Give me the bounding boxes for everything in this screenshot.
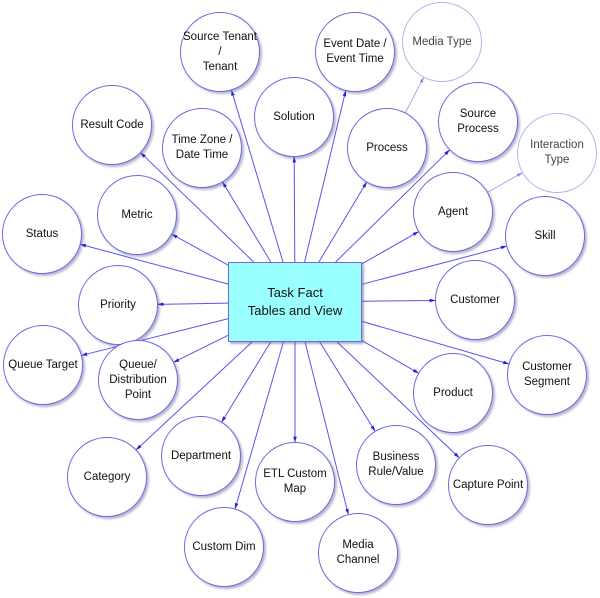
node-customer-segment[interactable]: Customer Segment — [507, 335, 587, 415]
node-queue-target[interactable]: Queue Target — [3, 325, 83, 405]
edge-business-rule-value — [319, 341, 376, 432]
node-label: Business Rule/Value — [368, 451, 424, 478]
edge-time-zone — [222, 181, 272, 263]
edge-media-type — [404, 76, 425, 113]
node-label: Queue Target — [8, 358, 78, 371]
node-media-type[interactable]: Media Type — [402, 2, 482, 82]
node-label: Queue/ Distribution Point — [109, 358, 167, 401]
node-capture-point[interactable]: Capture Point — [448, 445, 528, 525]
node-custom-dim[interactable]: Custom Dim — [184, 507, 264, 587]
node-process[interactable]: Process — [347, 108, 427, 188]
node-category[interactable]: Category — [67, 437, 147, 517]
task-fact-diagram: Task Fact Tables and View Source Tenant … — [0, 0, 600, 598]
node-label: Agent — [437, 205, 469, 218]
node-agent[interactable]: Agent — [413, 172, 493, 252]
edge-agent — [361, 231, 419, 265]
node-department[interactable]: Department — [161, 416, 241, 496]
node-result-code[interactable]: Result Code — [72, 85, 152, 165]
node-label: Media Channel — [336, 539, 380, 566]
node-label: Capture Point — [452, 478, 524, 491]
node-metric[interactable]: Metric — [97, 175, 177, 255]
node-label: Media Type — [412, 35, 472, 48]
node-label: Skill — [534, 229, 556, 242]
node-queue-distribution-point[interactable]: Queue/ Distribution Point — [98, 340, 178, 420]
edge-process — [318, 181, 367, 263]
task-fact-center-node[interactable]: Task Fact Tables and View — [228, 262, 362, 342]
node-media-channel[interactable]: Media Channel — [318, 513, 398, 593]
edge-customer — [361, 298, 436, 303]
node-label: Department — [170, 449, 232, 462]
node-skill[interactable]: Skill — [505, 196, 585, 276]
node-customer[interactable]: Customer — [435, 260, 515, 340]
node-label: Source Process — [457, 108, 499, 135]
node-label: Customer — [450, 293, 500, 306]
node-source-process[interactable]: Source Process — [438, 82, 518, 162]
node-label: Process — [366, 141, 408, 154]
node-priority[interactable]: Priority — [78, 265, 158, 345]
node-label: Metric — [121, 208, 153, 221]
node-interaction-type[interactable]: Interaction Type — [517, 113, 597, 193]
node-label: Status — [25, 227, 59, 240]
node-event-date[interactable]: Event Date / Event Time — [315, 12, 395, 92]
node-product[interactable]: Product — [413, 353, 493, 433]
edge-metric — [171, 233, 229, 266]
node-label: Customer Segment — [522, 361, 572, 388]
node-label: Solution — [273, 110, 315, 123]
edge-interaction-type — [487, 172, 523, 193]
node-label: Interaction Type — [530, 139, 584, 166]
edge-priority — [157, 302, 229, 307]
node-solution[interactable]: Solution — [254, 77, 334, 157]
node-business-rule-value[interactable]: Business Rule/Value — [356, 425, 436, 505]
edge-queue-distribution-point — [173, 334, 229, 363]
node-label: Time Zone / Date Time — [171, 134, 233, 161]
node-time-zone[interactable]: Time Zone / Date Time — [162, 108, 242, 188]
edge-product — [361, 340, 419, 374]
node-etl-custom-map[interactable]: ETL Custom Map — [255, 442, 335, 522]
node-label: Priority — [100, 298, 136, 311]
node-label: Event Date / Event Time — [323, 38, 387, 65]
node-label: Result Code — [80, 118, 144, 131]
edge-solution — [292, 156, 297, 263]
node-source-tenant[interactable]: Source Tenant / Tenant — [180, 12, 260, 92]
node-label: Source Tenant / Tenant — [183, 30, 257, 73]
node-label: Custom Dim — [192, 540, 256, 553]
node-status[interactable]: Status — [2, 194, 82, 274]
node-label: Category — [83, 470, 131, 483]
node-label: ETL Custom Map — [263, 468, 327, 495]
node-label: Product — [433, 386, 473, 399]
